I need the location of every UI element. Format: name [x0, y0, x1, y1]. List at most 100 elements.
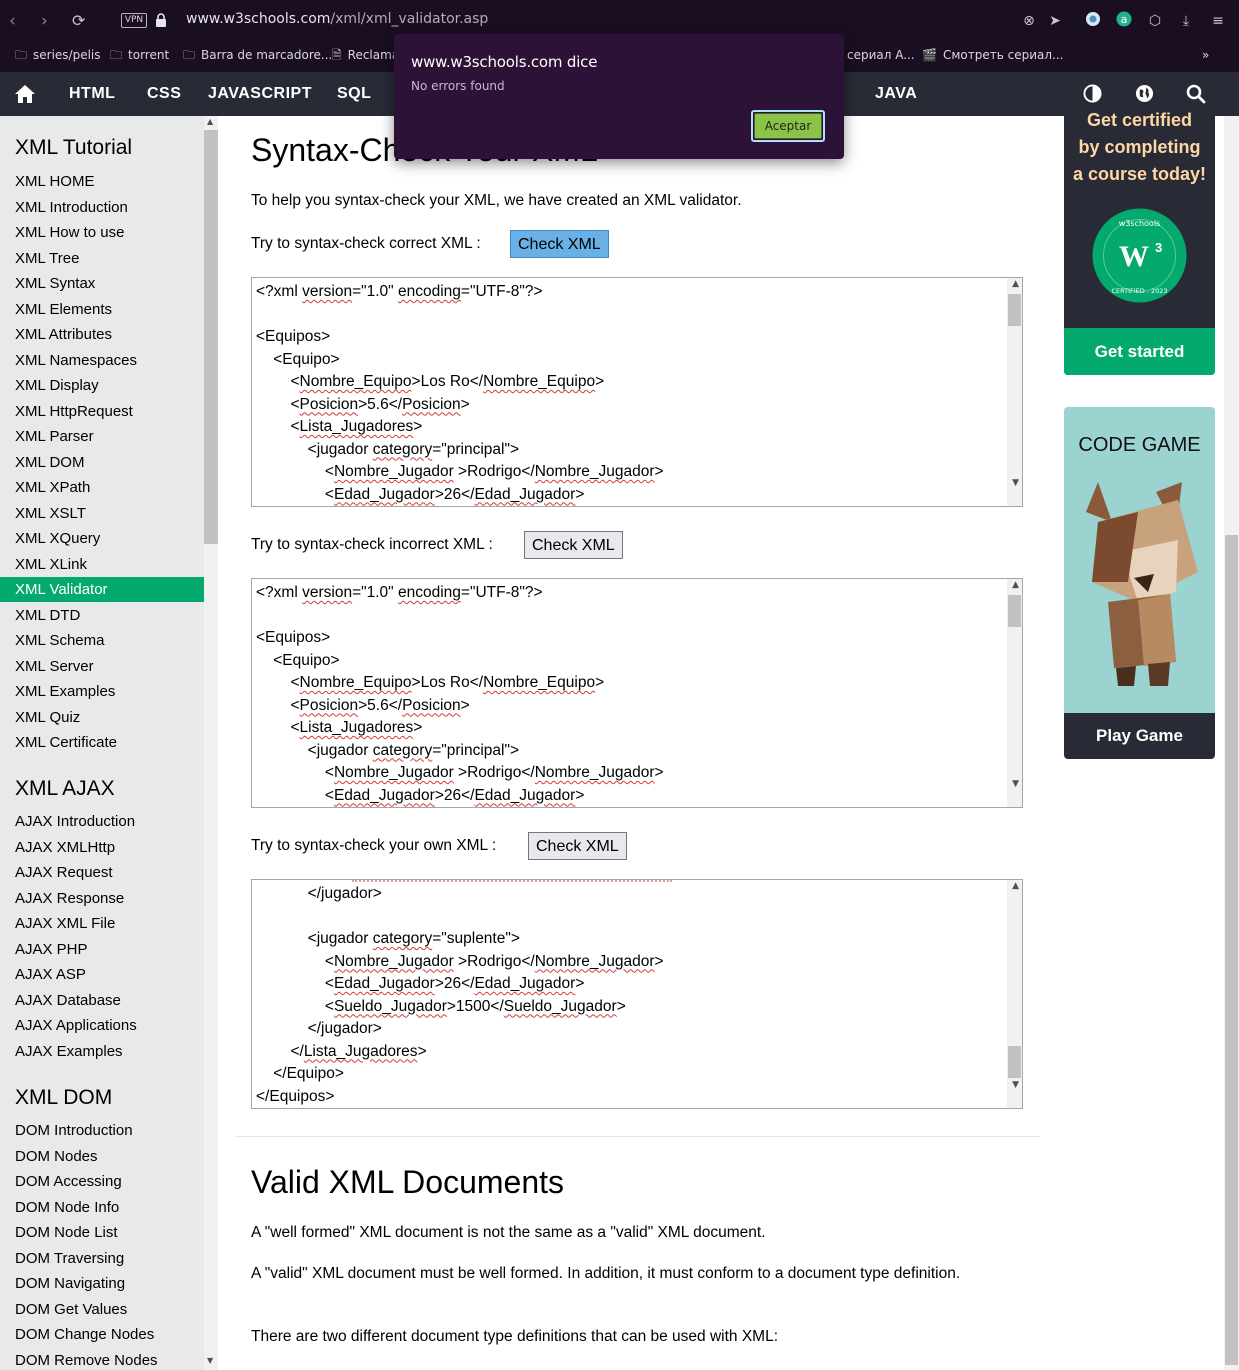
scroll-up-icon[interactable]: ▲	[1012, 279, 1019, 289]
nav-css[interactable]: CSS	[147, 85, 181, 103]
bookmark-folder[interactable]: 🗀 series/pelis	[15, 47, 101, 63]
scroll-down-icon[interactable]: ▼	[1012, 478, 1019, 488]
nav-sql[interactable]: SQL	[337, 85, 371, 103]
sidebar-item-dom-nodes[interactable]: DOM Nodes	[15, 1148, 98, 1166]
bookmark-folder[interactable]: 🗀 torrent	[110, 47, 169, 63]
scroll-down-icon[interactable]: ▼	[207, 1356, 213, 1365]
sidebar-item-xml-namespaces[interactable]: XML Namespaces	[15, 352, 137, 370]
sidebar-item-dom-introduction[interactable]: DOM Introduction	[15, 1122, 133, 1140]
play-game-button[interactable]: Play Game	[1064, 713, 1215, 759]
sidebar-item-ajax-request[interactable]: AJAX Request	[15, 864, 113, 882]
home-icon[interactable]	[14, 84, 36, 104]
sidebar-item-dom-node-info[interactable]: DOM Node Info	[15, 1199, 119, 1217]
sidebar-item-ajax-database[interactable]: AJAX Database	[15, 992, 121, 1010]
scroll-up-icon[interactable]: ▲	[1012, 881, 1019, 891]
sidebar-item-dom-get-values[interactable]: DOM Get Values	[15, 1301, 127, 1319]
extension-icon[interactable]	[1083, 11, 1103, 31]
page-scrollbar-thumb[interactable]	[1225, 535, 1238, 1365]
lock-icon	[156, 13, 166, 27]
sidebar-item-xml-elements[interactable]: XML Elements	[15, 301, 112, 319]
sidebar-item-dom-accessing[interactable]: DOM Accessing	[15, 1173, 122, 1191]
sidebar-item-xml-introduction[interactable]: XML Introduction	[15, 199, 128, 217]
sidebar-scrollbar-thumb[interactable]	[204, 130, 218, 544]
certification-ad[interactable]: Get certified by completing a course tod…	[1064, 110, 1215, 375]
bookmarks-overflow-icon[interactable]: »	[1202, 47, 1209, 63]
vpn-badge[interactable]: VPN	[121, 13, 147, 28]
download-icon[interactable]: ⤓	[1176, 11, 1196, 31]
sidebar-item-xml-xquery[interactable]: XML XQuery	[15, 530, 100, 548]
globe-icon[interactable]	[1135, 84, 1154, 103]
sidebar-item-ajax-introduction[interactable]: AJAX Introduction	[15, 813, 135, 831]
sidebar-item-xml-tree[interactable]: XML Tree	[15, 250, 79, 268]
sidebar-item-xml-schema[interactable]: XML Schema	[15, 632, 104, 650]
sidebar-item-xml-dtd[interactable]: XML DTD	[15, 607, 80, 625]
sidebar-item-xml-display[interactable]: XML Display	[15, 377, 99, 395]
textarea-scrollbar-thumb[interactable]	[1008, 294, 1021, 326]
bookmark-item[interactable]: сериал A...	[847, 47, 915, 63]
sidebar-item-dom-node-list[interactable]: DOM Node List	[15, 1224, 118, 1242]
sidebar-item-ajax-xml-file[interactable]: AJAX XML File	[15, 915, 115, 933]
sidebar-item-xml-attributes[interactable]: XML Attributes	[15, 326, 112, 344]
sidebar-item-dom-traversing[interactable]: DOM Traversing	[15, 1250, 124, 1268]
sidebar-item-xml-syntax[interactable]: XML Syntax	[15, 275, 95, 293]
check-incorrect-xml-button[interactable]: Check XML	[524, 531, 623, 559]
sidebar-item-ajax-php[interactable]: AJAX PHP	[15, 941, 88, 959]
scroll-up-icon[interactable]: ▲	[1012, 580, 1019, 590]
sidebar-item-ajax-applications[interactable]: AJAX Applications	[15, 1017, 137, 1035]
send-icon[interactable]: ➤	[1045, 11, 1065, 31]
sidebar-item-xml-xlink[interactable]: XML XLink	[15, 556, 87, 574]
sidebar-item-ajax-xmlhttp[interactable]: AJAX XMLHttp	[15, 839, 115, 857]
sidebar-item-ajax-asp[interactable]: AJAX ASP	[15, 966, 86, 984]
sidebar-item-xml-examples[interactable]: XML Examples	[15, 683, 115, 701]
ad-block-icon[interactable]: ⊗	[1019, 11, 1039, 31]
nav-html[interactable]: HTML	[69, 85, 115, 103]
search-icon[interactable]	[1186, 84, 1206, 104]
sidebar-item-ajax-response[interactable]: AJAX Response	[15, 890, 124, 908]
nav-java[interactable]: JAVA	[875, 85, 917, 103]
sidebar-item-xml-quiz[interactable]: XML Quiz	[15, 709, 80, 727]
menu-icon[interactable]: ≡	[1208, 11, 1228, 31]
code-game-ad[interactable]: CODE GAME Play Game	[1064, 407, 1215, 759]
sidebar-item-xml-parser[interactable]: XML Parser	[15, 428, 94, 446]
own-xml-textarea[interactable]: </Equipos> </Equipo> </Lista_Jugadores> …	[251, 879, 1023, 1109]
account-icon[interactable]: a	[1114, 11, 1134, 31]
contrast-icon[interactable]	[1083, 84, 1102, 103]
cube-icon[interactable]: ⬡	[1145, 11, 1165, 31]
sidebar-item-dom-remove-nodes[interactable]: DOM Remove Nodes	[15, 1352, 158, 1370]
sidebar-item-dom-navigating[interactable]: DOM Navigating	[15, 1275, 125, 1293]
check-correct-xml-button[interactable]: Check XML	[510, 230, 609, 258]
sidebar-item-dom-change-nodes[interactable]: DOM Change Nodes	[15, 1326, 154, 1344]
intro-text: To help you syntax-check your XML, we ha…	[251, 192, 742, 209]
textarea-scrollbar-thumb[interactable]	[1008, 595, 1021, 627]
scroll-up-icon[interactable]: ▲	[207, 117, 213, 126]
address-bar[interactable]: www.w3schools.com/xml/xml_validator.asp	[186, 11, 488, 27]
forward-icon[interactable]: ›	[41, 10, 48, 32]
sidebar-item-xml-httprequest[interactable]: XML HttpRequest	[15, 403, 133, 421]
sidebar-item-xml-how-to-use[interactable]: XML How to use	[15, 224, 125, 242]
bookmark-label: Смотреть сериал...	[942, 48, 1064, 62]
bookmark-folder[interactable]: 🗀 Barra de marcadore...	[183, 47, 332, 63]
textarea-scrollbar-thumb[interactable]	[1008, 1046, 1021, 1078]
check-own-xml-button[interactable]: Check XML	[528, 832, 627, 860]
bookmark-item[interactable]: 🎬 Смотреть сериал...	[922, 47, 1063, 63]
back-icon[interactable]: ‹	[9, 10, 16, 32]
accept-button[interactable]: Aceptar	[754, 113, 822, 139]
sidebar-item-xml-xpath[interactable]: XML XPath	[15, 479, 90, 497]
code-line: <Posicion>5.6</Posicion>	[256, 395, 470, 413]
sidebar-item-xml-dom[interactable]: XML DOM	[15, 454, 84, 472]
scroll-down-icon[interactable]: ▼	[1012, 779, 1019, 789]
nav-javascript[interactable]: JAVASCRIPT	[208, 85, 312, 103]
sidebar-item-xml-server[interactable]: XML Server	[15, 658, 94, 676]
incorrect-xml-textarea[interactable]: <Edad_Jugador>26</Edad_Jugador> <Nombre_…	[251, 578, 1023, 808]
get-started-button[interactable]: Get started	[1064, 328, 1215, 375]
correct-xml-textarea[interactable]: <Edad_Jugador>26</Edad_Jugador> <Nombre_…	[251, 277, 1023, 507]
sidebar-section-heading: XML Tutorial	[15, 136, 133, 159]
sidebar-item-ajax-examples[interactable]: AJAX Examples	[15, 1043, 123, 1061]
sidebar-item-xml-home[interactable]: XML HOME	[15, 173, 94, 191]
sidebar-item-xml-certificate[interactable]: XML Certificate	[15, 734, 117, 752]
sidebar-item-xml-xslt[interactable]: XML XSLT	[15, 505, 86, 523]
bookmark-item[interactable]: 🗎 Reclama	[332, 47, 399, 63]
reload-icon[interactable]: ⟳	[72, 10, 85, 32]
sidebar-item-xml-validator[interactable]: XML Validator	[15, 581, 108, 599]
scroll-down-icon[interactable]: ▼	[1012, 1080, 1019, 1090]
